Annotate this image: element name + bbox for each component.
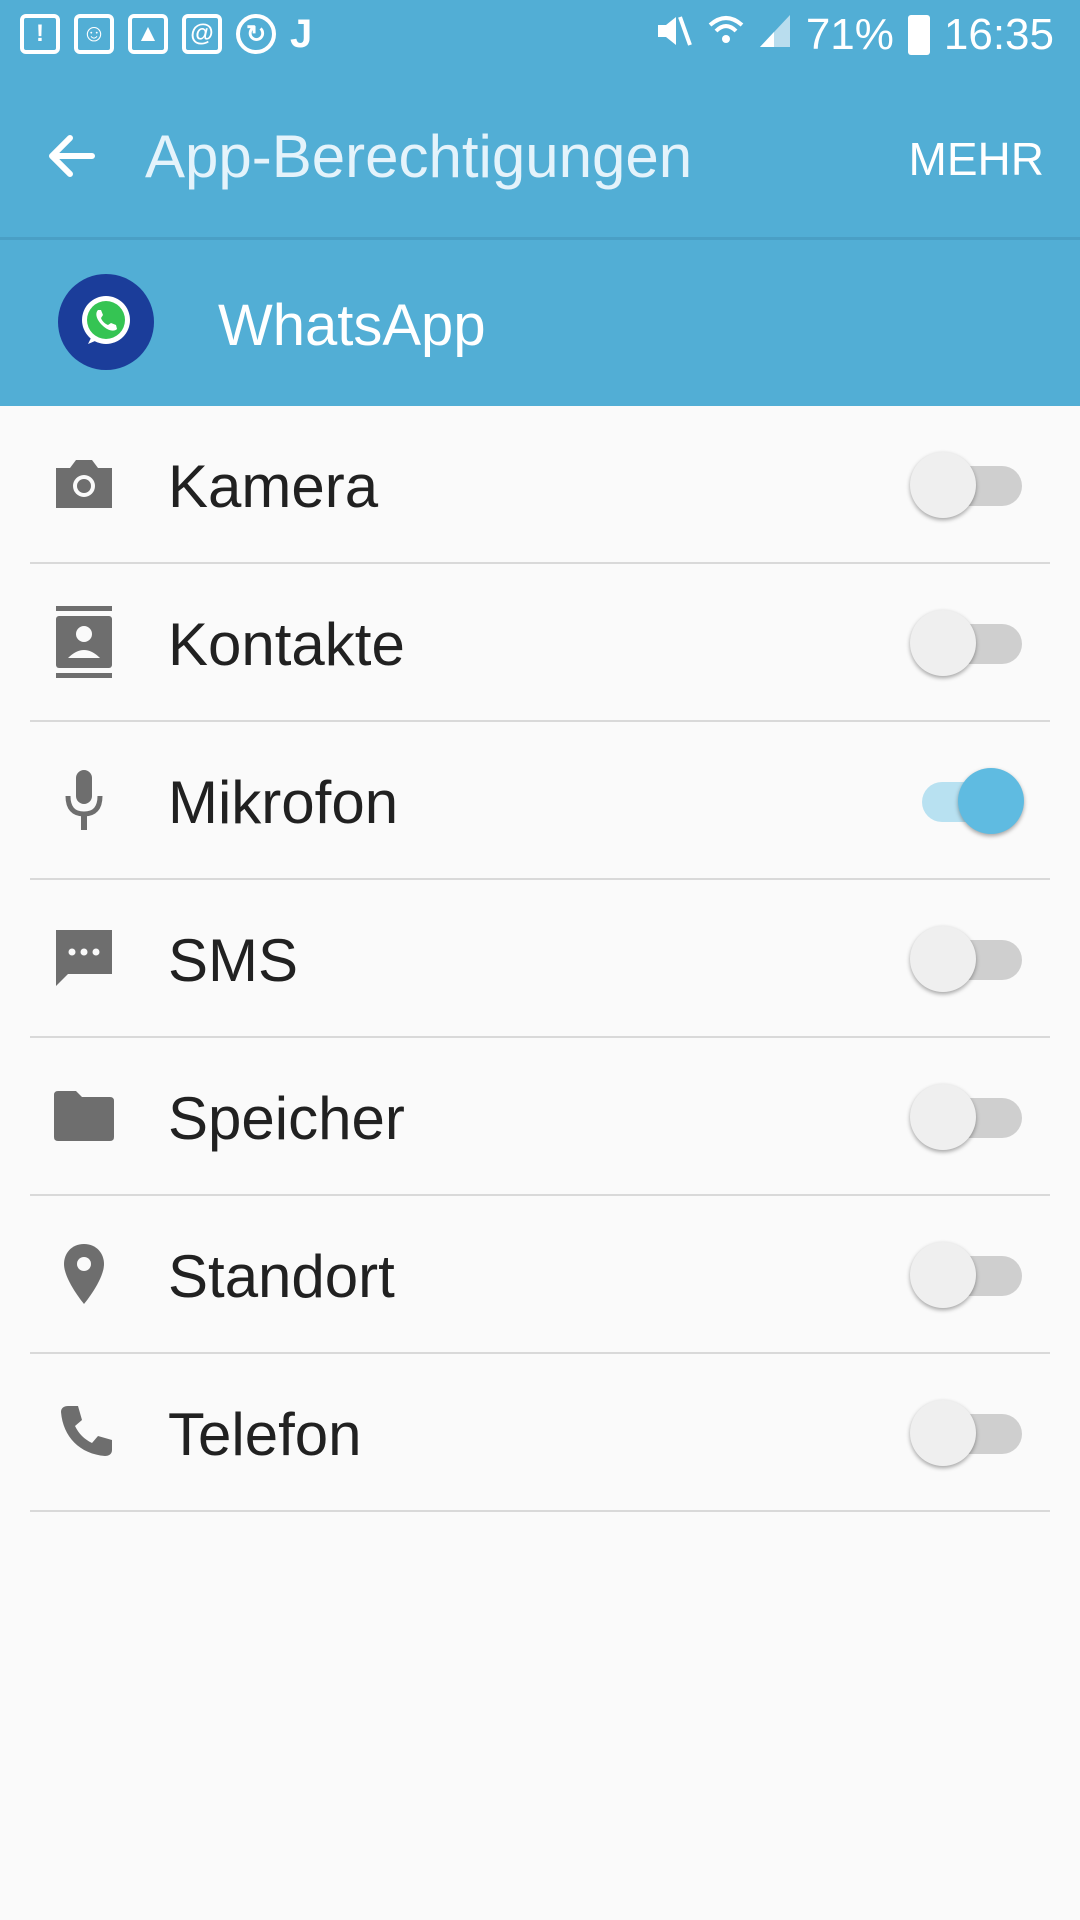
folder-icon: [52, 1084, 116, 1148]
wifi-icon: [708, 10, 744, 60]
permission-label: Speicher: [168, 1085, 405, 1152]
permission-row-kamera[interactable]: Kamera: [30, 406, 1050, 564]
kamera-toggle[interactable]: [910, 452, 1024, 518]
permission-label: Standort: [168, 1243, 395, 1310]
permission-row-sms[interactable]: SMS: [30, 880, 1050, 1038]
gallery-icon: ▲: [128, 14, 168, 54]
kontakte-toggle[interactable]: [910, 610, 1024, 676]
status-bar: ! ☺ ▲ @ ↻ J 71% 16:35: [0, 0, 1080, 72]
page-title: App-Berechtigungen: [145, 123, 693, 190]
microphone-icon: [52, 768, 116, 832]
permission-label: Telefon: [168, 1401, 362, 1468]
sms-icon: [52, 926, 116, 990]
notification-icons: ! ☺ ▲ @ ↻ J: [20, 14, 312, 54]
sync-icon: ↻: [236, 14, 276, 54]
location-icon: [52, 1242, 116, 1306]
permission-label: SMS: [168, 927, 299, 994]
arrow-back-icon: [49, 135, 95, 177]
permission-row-standort[interactable]: Standort: [30, 1196, 1050, 1354]
signal-icon: [758, 10, 792, 60]
app-name: WhatsApp: [218, 293, 486, 358]
permission-row-mikrofon[interactable]: Mikrofon: [30, 722, 1050, 880]
more-button[interactable]: MEHR: [909, 132, 1044, 186]
permission-row-speicher[interactable]: Speicher: [30, 1038, 1050, 1196]
whatsapp-icon: [58, 274, 154, 370]
battery-percent: 71%: [805, 10, 894, 59]
telefon-toggle[interactable]: [910, 1400, 1024, 1466]
app-header: WhatsApp: [0, 240, 1080, 406]
standort-toggle[interactable]: [910, 1242, 1024, 1308]
email-icon: @: [182, 14, 222, 54]
app-j-icon: J: [290, 12, 313, 56]
message-icon: ☺: [74, 14, 114, 54]
sms-toggle[interactable]: [910, 926, 1024, 992]
back-button[interactable]: [40, 124, 104, 188]
permission-list: Kamera Kontakte Mikrofon SMS Speicher St…: [0, 406, 1080, 1512]
alert-icon: !: [20, 14, 60, 54]
speicher-toggle[interactable]: [910, 1084, 1024, 1150]
battery-icon: [907, 15, 930, 55]
system-icons: 71% 16:35: [650, 10, 1054, 60]
permission-label: Kamera: [168, 453, 379, 520]
camera-icon: [52, 452, 116, 516]
contacts-icon: [52, 606, 116, 678]
permission-label: Mikrofon: [168, 769, 399, 836]
mute-icon: [650, 10, 694, 60]
clock: 16:35: [943, 10, 1054, 59]
mikrofon-toggle[interactable]: [910, 768, 1024, 834]
permission-row-kontakte[interactable]: Kontakte: [30, 564, 1050, 722]
permission-label: Kontakte: [168, 611, 405, 678]
phone-icon: [52, 1400, 116, 1464]
app-bar: App-Berechtigungen MEHR: [0, 72, 1080, 240]
permission-row-telefon[interactable]: Telefon: [30, 1354, 1050, 1512]
